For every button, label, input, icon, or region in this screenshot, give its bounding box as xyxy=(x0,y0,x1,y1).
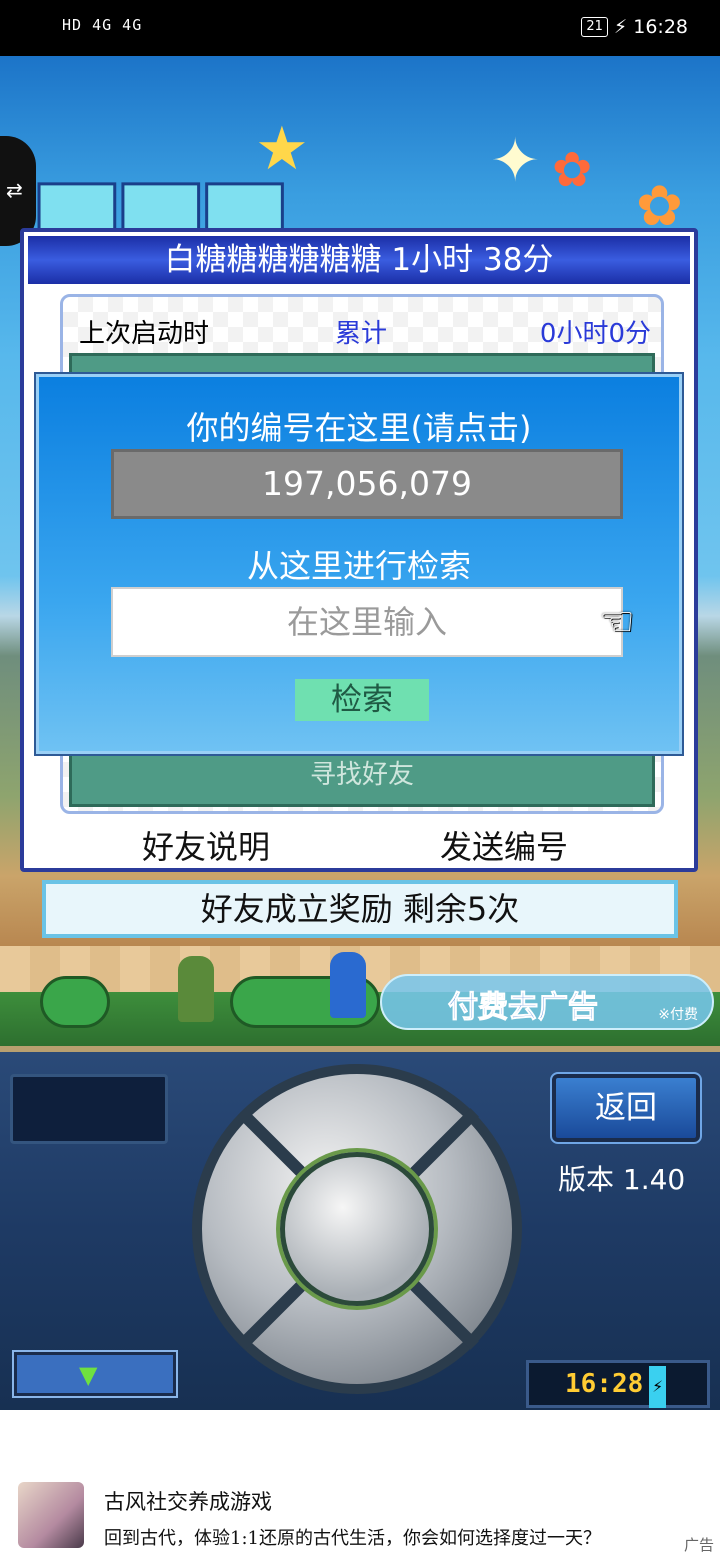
search-input[interactable]: 在这里输入 xyxy=(111,587,623,657)
menu-down-button[interactable]: ▼ xyxy=(12,1350,178,1398)
villager-character xyxy=(178,956,214,1022)
total-label: 累计 xyxy=(335,319,388,349)
remove-ads-label: 付费去广告 xyxy=(448,990,599,1026)
signal-indicators: HD 4G 4G xyxy=(62,16,143,34)
triangle-down-icon: ▼ xyxy=(79,1361,98,1389)
pointing-hand-icon: ☜ xyxy=(599,599,635,645)
status-time: 16:28 xyxy=(633,16,688,38)
player-id-box[interactable]: 197,056,079 xyxy=(111,449,623,519)
dpad-control[interactable] xyxy=(192,1064,522,1394)
villager-character xyxy=(330,952,366,1018)
send-id-button[interactable]: 发送编号 xyxy=(440,822,568,868)
friend-reward-banner: 好友成立奖励 剩余5次 xyxy=(42,880,678,938)
battery-charge-icon: ⚡ xyxy=(649,1366,667,1408)
flower-icon: ✿ xyxy=(552,142,593,198)
last-launch-label: 上次启动时 xyxy=(79,319,210,349)
sparkle-icon: ✦ xyxy=(490,126,541,196)
version-label: 版本 1.40 xyxy=(558,1163,686,1196)
ad-banner[interactable]: 古风社交养成游戏 回到古代，体验1:1还原的古代生活，你会如何选择度过一天？ 广… xyxy=(0,1410,720,1560)
charging-icon: ⚡ xyxy=(613,16,628,38)
friend-id-popup: 你的编号在这里(请点击) 197,056,079 从这里进行检索 在这里输入 ☜… xyxy=(34,372,684,756)
dialog-title: 白糖糖糖糖糖糖 1小时 38分 xyxy=(28,236,690,284)
left-display-panel xyxy=(10,1074,168,1144)
back-button[interactable]: 返回 xyxy=(550,1072,702,1144)
remove-ads-sub: ※付费 xyxy=(658,1007,698,1023)
search-button[interactable]: 检索 xyxy=(295,679,429,721)
game-controller: 返回 版本 1.40 ▼ 16:28 ⚡ xyxy=(0,1046,720,1410)
find-friends-button[interactable]: 寻找好友 xyxy=(72,754,652,791)
status-right: 21 ⚡ 16:28 xyxy=(581,16,688,38)
hedge-shrub xyxy=(40,976,110,1028)
clock-time: 16:28 xyxy=(565,1369,644,1399)
share-icon: ⇄ xyxy=(6,178,23,202)
ad-thumbnail xyxy=(18,1482,84,1548)
ad-title: 古风社交养成游戏 xyxy=(104,1490,272,1514)
id-heading: 你的编号在这里(请点击) xyxy=(186,409,532,447)
ad-description: 回到古代，体验1:1还原的古代生活，你会如何选择度过一天？ xyxy=(104,1528,601,1549)
game-clock: 16:28 ⚡ xyxy=(526,1360,710,1408)
ad-label: 广告 xyxy=(683,1536,714,1554)
battery-icon: 21 xyxy=(581,17,608,37)
friend-explain-button[interactable]: 好友说明 xyxy=(142,822,270,868)
dpad-center-button[interactable] xyxy=(280,1152,434,1306)
remove-ads-button[interactable]: 付费去广告 ※付费 xyxy=(380,974,714,1030)
status-bar: HD 4G 4G 21 ⚡ 16:28 xyxy=(0,0,720,56)
star-icon: ★ xyxy=(255,114,309,184)
search-heading: 从这里进行检索 xyxy=(246,547,471,585)
total-value: 0小时0分 xyxy=(539,319,651,349)
